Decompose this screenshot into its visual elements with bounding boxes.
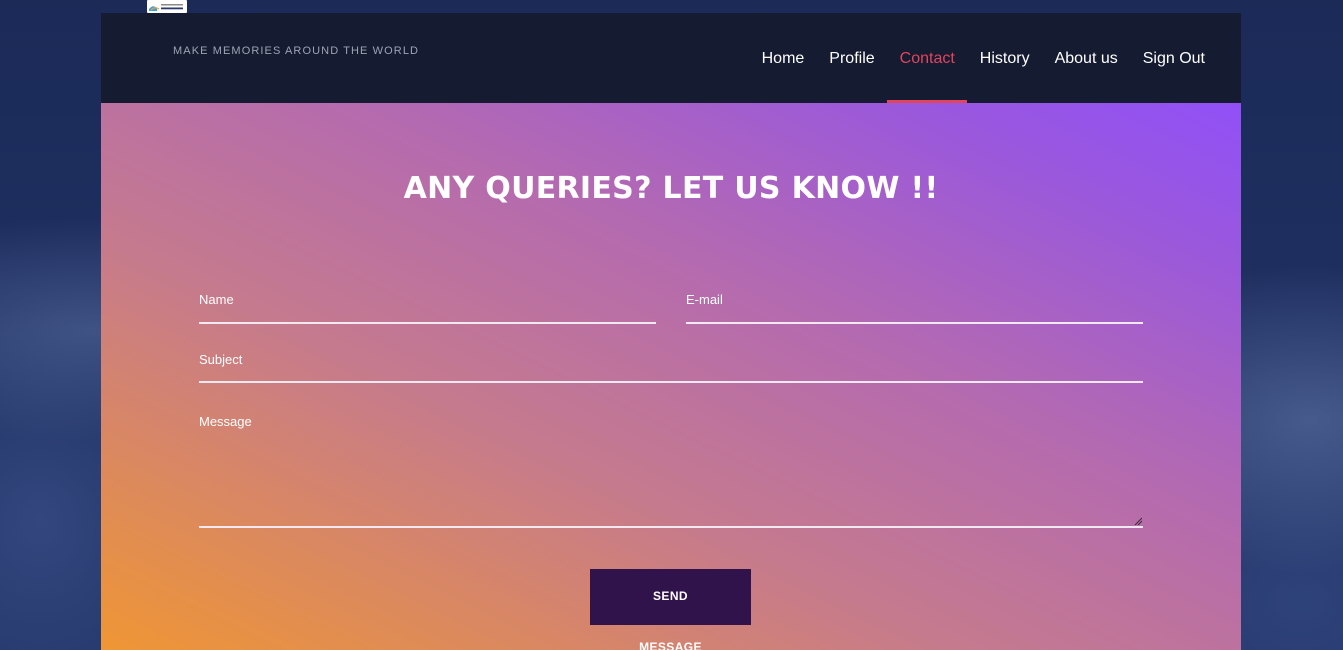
nav-profile[interactable]: Profile [817, 13, 887, 103]
top-navbar: MAKE MEMORIES AROUND THE WORLD Home Prof… [101, 13, 1241, 103]
nav-sign-out[interactable]: Sign Out [1130, 13, 1241, 103]
site-tagline: MAKE MEMORIES AROUND THE WORLD [173, 45, 420, 57]
message-textarea[interactable]: Message [199, 400, 1143, 528]
page-container: MAKE MEMORIES AROUND THE WORLD Home Prof… [101, 13, 1241, 650]
contact-heading: ANY QUERIES? LET US KNOW !! [403, 171, 939, 206]
site-logo[interactable] [147, 0, 187, 13]
nav-home[interactable]: Home [749, 13, 817, 103]
nav-about-us[interactable]: About us [1042, 13, 1130, 103]
message-placeholder: Message [199, 414, 252, 429]
nav-contact[interactable]: Contact [887, 13, 968, 103]
subject-field[interactable]: Subject [199, 339, 1143, 383]
send-message-sublabel[interactable]: MESSAGE [590, 640, 751, 650]
main-nav: Home Profile Contact History About us Si… [749, 13, 1241, 103]
nav-history[interactable]: History [967, 13, 1042, 103]
subject-placeholder: Subject [199, 352, 243, 367]
contact-section: ANY QUERIES? LET US KNOW !! Name E-mail … [101, 103, 1241, 650]
email-placeholder: E-mail [686, 292, 723, 307]
name-placeholder: Name [199, 292, 234, 307]
send-message-button[interactable]: SEND [590, 569, 751, 625]
resize-handle-icon[interactable] [1134, 517, 1142, 525]
email-field[interactable]: E-mail [686, 279, 1143, 324]
name-field[interactable]: Name [199, 279, 656, 324]
